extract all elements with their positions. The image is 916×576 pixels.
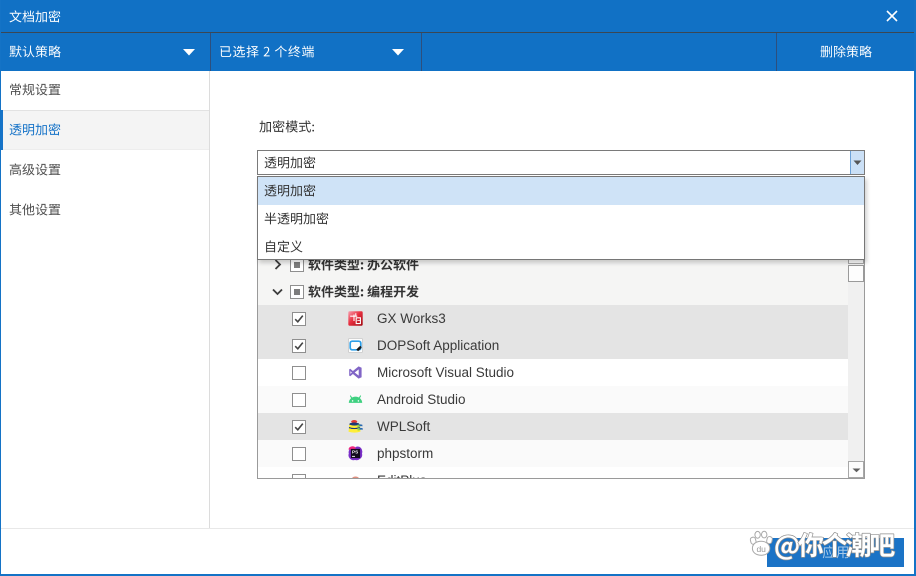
svg-text:du: du bbox=[756, 544, 766, 554]
svg-text:PS: PS bbox=[352, 450, 358, 455]
